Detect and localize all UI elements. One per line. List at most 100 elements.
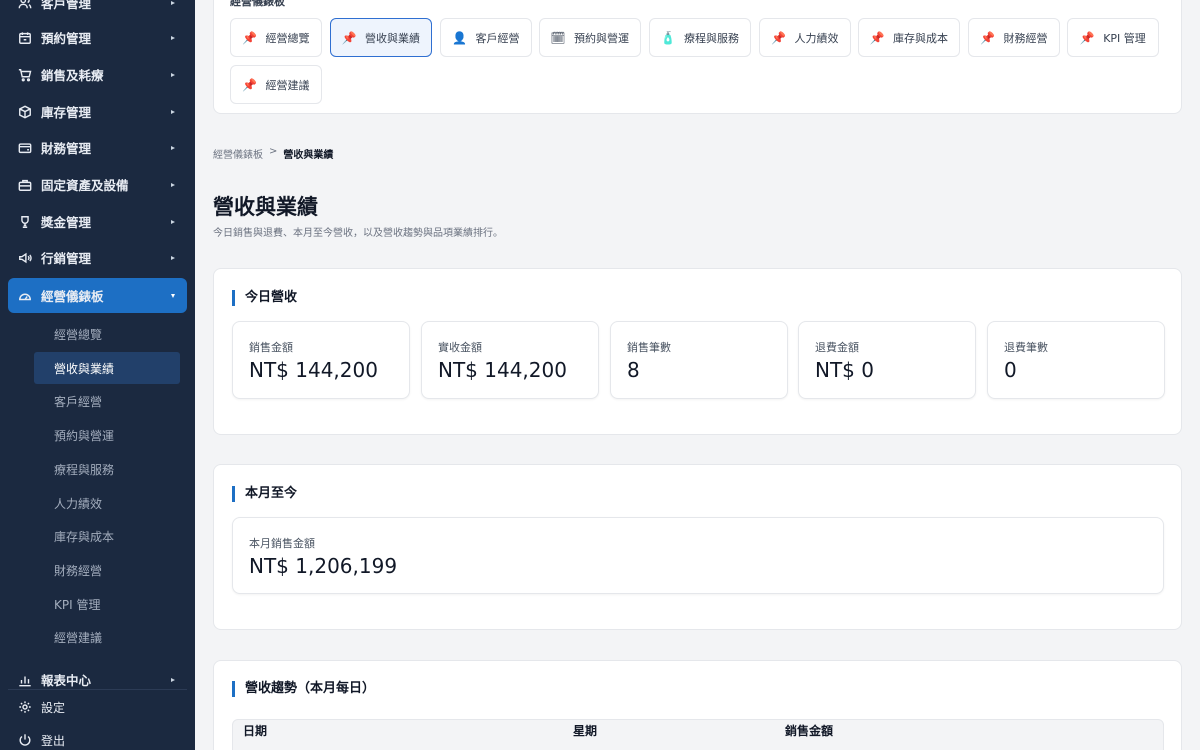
- sidebar-item-inventory[interactable]: 庫存管理: [8, 94, 187, 129]
- users-icon: [18, 0, 32, 10]
- sidebar-subitem-operations[interactable]: 預約與營運: [34, 419, 180, 451]
- main-content: 經營儀錶板 📌 經營總覽 📌 營收與業績 👤 客戶經營 🗓 預約與營運 🧴 療程…: [195, 0, 1200, 750]
- stat-card-refund-amount: 退費金額 NT$ 0: [798, 321, 976, 399]
- quick-btn-label: KPI 管理: [1103, 31, 1146, 45]
- chevron-right-icon: [171, 145, 175, 150]
- sidebar-item-marketing[interactable]: 行銷管理: [8, 240, 187, 275]
- stat-card-received-amount: 實收金額 NT$ 144,200: [421, 321, 599, 399]
- sidebar-subitem-customers[interactable]: 客戶經營: [34, 385, 180, 417]
- chevron-right-icon: [171, 109, 175, 114]
- stat-value: NT$ 144,200: [438, 358, 567, 382]
- pushpin-icon: 📌: [242, 30, 257, 45]
- stat-card-refund-count: 退費筆數 0: [987, 321, 1165, 399]
- quick-btn-label: 庫存與成本: [893, 31, 948, 45]
- pushpin-icon: 📌: [771, 30, 786, 45]
- quick-btn-label: 療程與服務: [684, 31, 739, 45]
- calendar-icon: 🗓: [550, 30, 566, 45]
- sidebar-subitem-kpi[interactable]: KPI 管理: [34, 588, 180, 620]
- cart-icon: [18, 68, 32, 82]
- trophy-icon: [18, 215, 32, 229]
- sidebar-subitem-inventory-cost[interactable]: 庫存與成本: [34, 520, 180, 552]
- sidebar-item-label: 經營儀錶板: [41, 289, 104, 304]
- breadcrumb: 經營儀錶板 > 營收與業績: [213, 146, 333, 161]
- month-to-date-card: 本月至今 本月銷售金額 NT$ 1,206,199: [213, 464, 1182, 630]
- sidebar-item-reports[interactable]: 報表中心: [8, 662, 187, 697]
- pushpin-icon: 📌: [980, 30, 995, 45]
- chevron-right-icon: [171, 219, 175, 224]
- sidebar-item-dashboard[interactable]: 經營儀錶板: [8, 278, 187, 313]
- sidebar-subitem-advice[interactable]: 經營建議: [34, 621, 180, 653]
- page-description: 今日銷售與退費、本月至今營收，以及營收趨勢與品項業績排行。: [213, 228, 503, 239]
- column-header-sales-amount[interactable]: 銷售金額: [785, 722, 833, 739]
- briefcase-icon: [18, 178, 32, 192]
- pushpin-icon: 📌: [1079, 30, 1095, 45]
- sidebar-divider: [8, 689, 187, 690]
- quick-btn-overview[interactable]: 📌 經營總覽: [230, 18, 322, 57]
- breadcrumb-root[interactable]: 經營儀錶板: [213, 146, 263, 161]
- sidebar-item-assets[interactable]: 固定資產及設備: [8, 167, 187, 202]
- breadcrumb-current: 營收與業績: [283, 150, 334, 161]
- sidebar-item-label: 客戶管理: [41, 0, 92, 11]
- stat-value: NT$ 1,206,199: [249, 554, 398, 578]
- stat-value: NT$ 0: [815, 358, 874, 382]
- column-header-date[interactable]: 日期: [243, 722, 267, 739]
- sidebar-item-customers[interactable]: 客戶管理: [8, 0, 187, 20]
- pushpin-icon: 📌: [869, 30, 885, 45]
- sidebar-subitem-treatments[interactable]: 療程與服務: [34, 453, 180, 485]
- pushpin-icon: 📌: [341, 30, 357, 45]
- sidebar-subitem-finance[interactable]: 財務經營: [34, 554, 180, 586]
- sidebar-item-label: 預約管理: [41, 31, 92, 46]
- quick-btn-finance[interactable]: 📌 財務經營: [968, 18, 1060, 57]
- wallet-icon: [18, 141, 32, 155]
- quick-btn-staff[interactable]: 📌 人力績效: [759, 18, 851, 57]
- sidebar-subitem-revenue[interactable]: 營收與業績: [34, 352, 180, 384]
- quick-btn-label: 客戶經營: [475, 31, 520, 45]
- quick-btn-kpi[interactable]: 📌 KPI 管理: [1067, 18, 1159, 57]
- stat-label: 銷售金額: [249, 341, 293, 354]
- quick-btn-inventory-cost[interactable]: 📌 庫存與成本: [858, 18, 960, 57]
- bar-chart-icon: [18, 673, 32, 687]
- logout-button[interactable]: 登出: [8, 726, 187, 750]
- quick-btn-customers[interactable]: 👤 客戶經營: [440, 18, 532, 57]
- sidebar-item-label: 報表中心: [41, 673, 92, 688]
- gear-icon: [18, 700, 32, 714]
- sidebar-item-label: 庫存管理: [41, 105, 92, 120]
- revenue-trend-card: 營收趨勢（本月每日） 日期 星期 銷售金額: [213, 660, 1182, 750]
- chevron-right-icon: [171, 255, 175, 260]
- quick-btn-label: 經營總覽: [265, 31, 310, 45]
- sidebar-item-booking[interactable]: 預約管理: [8, 20, 187, 55]
- quick-btn-label: 人力績效: [794, 31, 839, 45]
- megaphone-icon: [18, 251, 32, 265]
- sidebar-item-label: 財務管理: [41, 141, 92, 156]
- stat-value: NT$ 144,200: [249, 358, 378, 382]
- person-icon: 👤: [452, 30, 467, 45]
- sidebar-subitem-overview[interactable]: 經營總覽: [34, 318, 180, 350]
- quick-btn-operations[interactable]: 🗓 預約與營運: [539, 18, 641, 57]
- settings-button[interactable]: 設定: [8, 693, 187, 721]
- stat-label: 退費筆數: [1004, 341, 1048, 354]
- stat-label: 退費金額: [815, 341, 859, 354]
- sidebar-item-label: 獎金管理: [41, 215, 92, 230]
- chevron-right-icon: [171, 35, 175, 40]
- sidebar-item-sales[interactable]: 銷售及耗療: [8, 57, 187, 92]
- chevron-right-icon: [171, 182, 175, 187]
- quick-btn-treatments[interactable]: 🧴 療程與服務: [649, 18, 751, 57]
- gauge-icon: [18, 289, 32, 303]
- quick-nav-title: 經營儀錶板: [230, 0, 285, 8]
- quick-btn-revenue[interactable]: 📌 營收與業績: [330, 18, 432, 57]
- sidebar-item-label: 銷售及耗療: [41, 68, 104, 83]
- quick-btn-advice[interactable]: 📌 經營建議: [230, 65, 322, 104]
- quick-btn-label: 預約與營運: [574, 31, 629, 45]
- stat-label: 本月銷售金額: [249, 537, 315, 550]
- sidebar-item-finance[interactable]: 財務管理: [8, 130, 187, 165]
- stat-label: 實收金額: [438, 341, 482, 354]
- quick-btn-label: 營收與業績: [365, 31, 420, 45]
- today-revenue-card: 今日營收 銷售金額 NT$ 144,200 實收金額 NT$ 144,200 銷…: [213, 268, 1182, 435]
- stat-value: 0: [1004, 358, 1017, 382]
- chevron-down-icon: [171, 293, 175, 298]
- sidebar-item-label: 行銷管理: [41, 251, 92, 266]
- chevron-right-icon: [171, 677, 175, 682]
- column-header-weekday[interactable]: 星期: [573, 722, 597, 739]
- sidebar-subitem-staff[interactable]: 人力績效: [34, 487, 180, 519]
- sidebar-item-bonus[interactable]: 獎金管理: [8, 204, 187, 239]
